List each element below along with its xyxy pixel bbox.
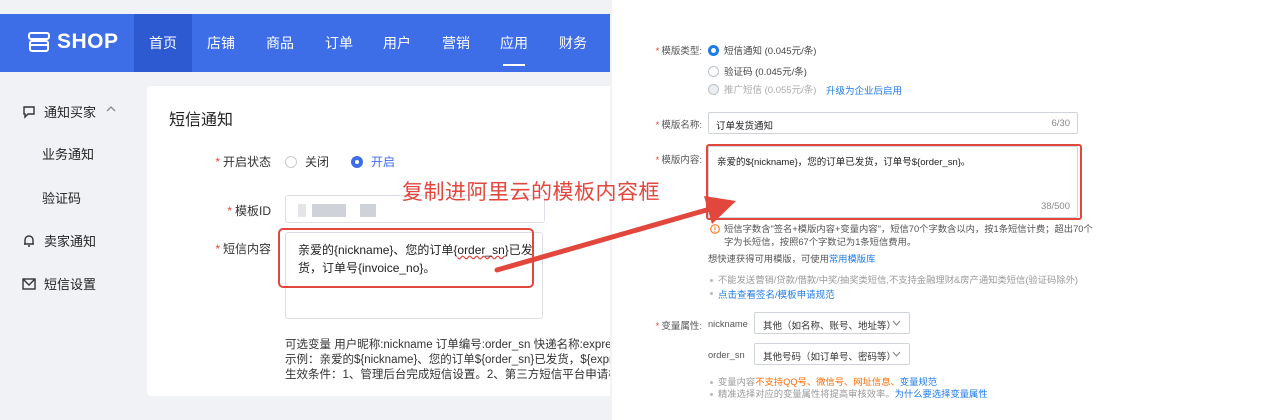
aliyun-template-form: * 模版类型: 短信通知 (0.045元/条) 验证码 (0.045元/条) 推广… (612, 0, 1280, 420)
sending-rule-note: 不能发送营销/贷款/借款/中奖/抽奖类短信,不支持金融理财&房产通知类短信(验证… (718, 275, 1078, 285)
shop-admin-panel: SHOP 首页 店铺 商品 订单 用户 营销 应用 财务 通知买家 业务通知 验… (0, 0, 610, 420)
status-label: * 开启状态 (215, 155, 271, 169)
var-nickname-name: nickname (708, 319, 748, 329)
nav-finance[interactable]: 财务 (547, 14, 599, 72)
var-order-sn-name: order_sn (708, 350, 745, 360)
nav-orders[interactable]: 订单 (313, 14, 365, 72)
why-variable-link[interactable]: 为什么要选择变量属性 (895, 389, 988, 399)
content-label: * 模版内容: (655, 155, 702, 166)
var-order-sn-select[interactable]: 其他号码（如订单号、密码等） (754, 343, 910, 365)
var-attr-label: * 变量属性: (655, 321, 702, 332)
sidebar-item-business-notify[interactable]: 业务通知 (42, 144, 94, 163)
type-promo-radio: 推广短信 (0.055元/条) (708, 82, 816, 96)
upgrade-link[interactable]: 升级为企业后启用 (826, 83, 902, 97)
chevron-down-icon (892, 320, 901, 326)
nav-users[interactable]: 用户 (371, 14, 423, 72)
template-rules-link[interactable]: 点击查看签名/模板申请规范 (718, 287, 835, 301)
status-off-radio[interactable]: 关闭 (285, 153, 329, 170)
variable-tip-2: 精准选择对应的变量属性将提高审核效率。为什么要选择变量属性 (718, 389, 988, 399)
chevron-up-icon[interactable] (106, 105, 116, 113)
length-note-2: 字为长短信，按照67个字数记为1条短信费用。 (724, 237, 917, 247)
nav-marketing[interactable]: 营销 (430, 14, 482, 72)
content-label: * 短信内容 (215, 242, 271, 256)
highlight-box-left (278, 228, 534, 288)
nav-store[interactable]: 店铺 (196, 14, 246, 72)
store-icon (28, 32, 50, 52)
sidebar-group-notify-buyer[interactable]: 通知买家 (22, 102, 96, 121)
example-help: 示例：亲爱的${nickname}、您的订单${order_sn}已发货，${e… (285, 354, 610, 366)
chevron-down-icon (892, 351, 901, 357)
variable-spec-link[interactable]: 变量规范 (900, 377, 937, 387)
quick-template-note: 想快速获得可用模版，可使用常用模版库 (708, 254, 876, 264)
mail-icon (22, 277, 36, 290)
sidebar-item-verification-code[interactable]: 验证码 (42, 188, 81, 207)
bell-icon (24, 234, 34, 247)
template-name-count: 6/30 (1051, 118, 1071, 129)
sidebar-group-label: 短信设置 (44, 277, 97, 292)
condition-help: 生效条件：1、管理后台完成短信设置。2、第三方短信平台申请模板。 (285, 369, 610, 381)
length-note-1: 短信字数含"签名+模版内容+变量内容"，短信70个字数含以内，按1条短信计费；超… (724, 224, 1093, 234)
sidebar-group-seller-notify[interactable]: 卖家通知 (22, 231, 96, 250)
common-template-link[interactable]: 常用模版库 (829, 254, 876, 264)
top-navigation-bar: SHOP 首页 店铺 商品 订单 用户 营销 应用 财务 (0, 14, 610, 72)
nav-products[interactable]: 商品 (254, 14, 306, 72)
logo-text: SHOP (57, 30, 119, 53)
template-name-input[interactable]: 订单发货通知 6/30 (708, 112, 1078, 134)
template-id-label: * 模板ID (227, 204, 271, 218)
variables-help: 可选变量 用户昵称:nickname 订单编号:order_sn 快递名称:ex… (285, 339, 610, 351)
sidebar-group-sms-settings[interactable]: 短信设置 (22, 274, 96, 293)
type-notify-radio[interactable]: 短信通知 (0.045元/条) (708, 43, 816, 57)
template-name-value: 订单发货通知 (716, 121, 774, 132)
name-label: * 模版名称: (655, 120, 702, 131)
annotation-text: 复制进阿里云的模板内容框 (402, 181, 660, 204)
variable-tip-1: 变量内容不支持QQ号、微信号、网址信息、变量规范 (718, 377, 938, 387)
sidebar-group-label: 通知买家 (44, 105, 97, 120)
type-label: * 模版类型: (655, 46, 702, 57)
sidebar: 通知买家 业务通知 验证码 卖家通知 短信设置 (0, 86, 136, 420)
type-code-radio[interactable]: 验证码 (0.045元/条) (708, 64, 807, 78)
nav-home[interactable]: 首页 (134, 14, 192, 72)
nav-apps[interactable]: 应用 (488, 14, 540, 72)
highlight-box-right (706, 144, 1082, 220)
status-on-radio[interactable]: 开启 (351, 153, 395, 170)
sidebar-group-label: 卖家通知 (44, 234, 97, 249)
var-nickname-select[interactable]: 其他（如名称、账号、地址等） (754, 312, 910, 334)
warning-icon (710, 224, 720, 234)
chat-icon (23, 105, 35, 119)
shop-logo[interactable]: SHOP (28, 30, 119, 54)
page-title: 短信通知 (169, 112, 234, 129)
